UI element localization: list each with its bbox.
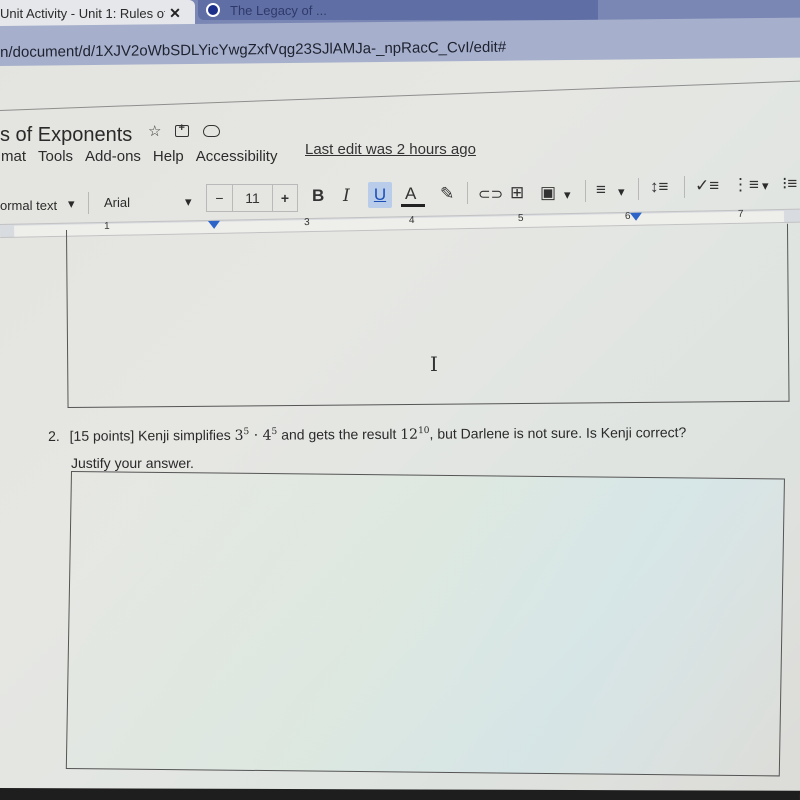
font-size-stepper: − 11 + <box>206 184 298 212</box>
math-expression: 35 · 45 <box>234 426 278 444</box>
ruler-label: 4 <box>408 215 415 227</box>
monitor-bezel <box>0 788 800 800</box>
last-edit-link[interactable]: Last edit was 2 hours ago <box>305 141 476 158</box>
menu-format[interactable]: mat <box>0 148 27 165</box>
italic-button[interactable]: I <box>343 186 350 206</box>
chevron-down-icon[interactable]: ▾ <box>564 187 571 203</box>
question-2: 2. [15 points] Kenji simplifies 35 · 45 … <box>48 424 686 445</box>
question-text: , but Darlene is not sure. Is Kenji corr… <box>429 424 687 442</box>
tab-unit-activity[interactable]: Unit Activity - Unit 1: Rules of E ✕ <box>0 0 195 26</box>
text-color-indicator <box>401 204 425 207</box>
toolbar-separator <box>684 176 685 198</box>
chevron-down-icon[interactable]: ▾ <box>762 178 769 194</box>
chevron-down-icon[interactable]: ▾ <box>185 194 192 210</box>
paragraph-style-select[interactable]: ormal text <box>0 198 57 213</box>
answer-box-question-1[interactable] <box>66 223 790 408</box>
menu-bar: mat Tools Add-ons Help Accessibility <box>0 148 278 165</box>
divider <box>0 79 800 111</box>
align-left-icon[interactable]: ≡ <box>596 180 606 200</box>
bulleted-list-icon[interactable]: ⋮≡ <box>732 175 759 195</box>
question-number: 2. <box>48 427 60 444</box>
checklist-icon[interactable]: ✓≡ <box>695 176 719 196</box>
tab-legacy[interactable]: The Legacy of ... <box>198 0 598 20</box>
question-points: [15 points] <box>69 427 135 444</box>
bold-button[interactable]: B <box>312 186 324 206</box>
title-icons: ☆ <box>148 122 221 140</box>
ruler-label: 3 <box>303 217 310 229</box>
math-result: 1210 <box>400 426 430 443</box>
toolbar-separator <box>638 178 639 200</box>
question-text: Kenji simplifies <box>138 426 231 444</box>
toolbar-separator <box>88 192 89 214</box>
menu-accessibility[interactable]: Accessibility <box>195 148 279 165</box>
toolbar-separator <box>585 180 586 202</box>
favicon-icon <box>206 3 220 17</box>
highlight-pen-icon[interactable]: ✎ <box>440 184 454 204</box>
text-cursor-icon: I <box>430 352 438 376</box>
close-icon[interactable]: ✕ <box>165 5 185 22</box>
menu-help[interactable]: Help <box>152 148 185 165</box>
numbered-list-icon[interactable]: ⁝≡ <box>782 174 797 194</box>
font-size-input[interactable]: 11 <box>233 185 273 211</box>
document-title[interactable]: s of Exponents <box>0 124 132 147</box>
add-comment-icon[interactable]: ⊞ <box>510 183 524 203</box>
insert-image-icon[interactable]: ▣ <box>540 183 556 203</box>
screen: Unit Activity - Unit 1: Rules of E ✕ The… <box>0 0 800 800</box>
tab-title: Unit Activity - Unit 1: Rules of E <box>0 5 165 21</box>
menu-tools[interactable]: Tools <box>37 148 74 165</box>
line-spacing-icon[interactable]: ↕≡ <box>650 177 668 197</box>
tab-title: The Legacy of ... <box>230 2 327 18</box>
move-to-folder-icon[interactable] <box>175 122 190 137</box>
right-indent-marker[interactable] <box>629 212 643 221</box>
decrease-font-size-button[interactable]: − <box>207 185 233 211</box>
ruler-label: 7 <box>737 208 744 220</box>
answer-box-question-2[interactable] <box>65 471 785 777</box>
underline-button[interactable]: U <box>368 182 392 208</box>
ruler-label: 5 <box>517 212 524 225</box>
chevron-down-icon[interactable]: ▾ <box>68 196 75 212</box>
chevron-down-icon[interactable]: ▾ <box>618 184 625 200</box>
font-select[interactable]: Arial <box>104 195 130 210</box>
link-icon[interactable]: ⊂⊃ <box>478 185 503 203</box>
cloud-saved-icon[interactable] <box>203 125 221 137</box>
question-text: and gets the result <box>281 425 397 443</box>
toolbar-separator <box>467 182 468 204</box>
question-2-instruction: Justify your answer. <box>71 455 194 471</box>
increase-font-size-button[interactable]: + <box>273 185 297 211</box>
text-color-button[interactable]: A <box>405 184 416 204</box>
star-icon[interactable]: ☆ <box>148 122 161 140</box>
menu-addons[interactable]: Add-ons <box>84 148 142 165</box>
